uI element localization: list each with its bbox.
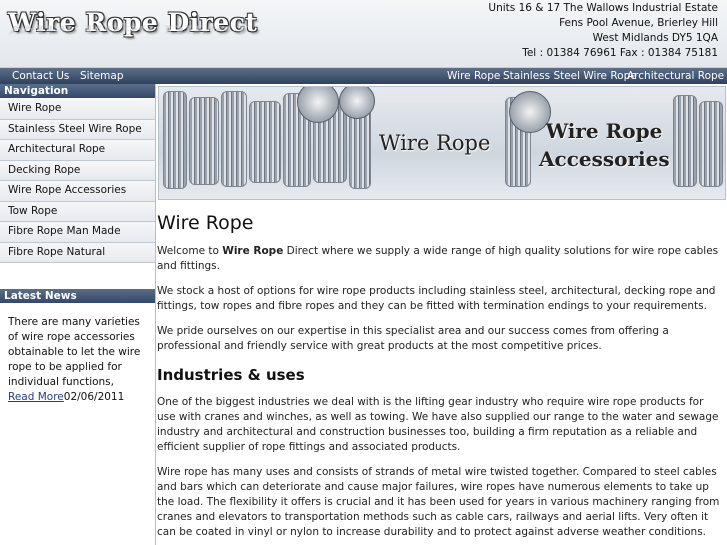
nav-item-stainless-steel-wire-rope[interactable]: Stainless Steel Wire Rope bbox=[0, 119, 155, 140]
phone-fax-line: Tel : 01384 76961 Fax : 01384 75181 bbox=[522, 47, 718, 59]
site-header: Wire Rope Direct Wire Rope Direct Units … bbox=[0, 0, 727, 68]
left-sidebar: Navigation Wire Rope Stainless Steel Wir… bbox=[0, 84, 156, 545]
navigation-heading: Navigation bbox=[0, 84, 155, 98]
latest-news-heading: Latest News bbox=[0, 289, 155, 303]
product-banner: Wire Rope Wire Rope Accessories bbox=[158, 86, 726, 200]
nav-item-tow-rope[interactable]: Tow Rope bbox=[0, 201, 155, 222]
pride-paragraph: We pride ourselves on our expertise in t… bbox=[157, 325, 669, 352]
intro-pre: Welcome to bbox=[157, 245, 223, 257]
intro-paragraph: Welcome to Wire Rope Direct where we sup… bbox=[157, 244, 725, 274]
rope-spool-image bbox=[163, 91, 187, 189]
top-link-wire-rope[interactable]: Wire Rope bbox=[447, 68, 500, 84]
rope-spool-image bbox=[189, 97, 219, 185]
uses-paragraph: Wire rope has many uses and consists of … bbox=[157, 466, 720, 538]
top-navigation-bar: Contact Us Sitemap Wire Rope Stainless S… bbox=[0, 68, 727, 84]
top-link-stainless-steel-wire-rope[interactable]: Stainless Steel Wire Rope bbox=[503, 68, 637, 84]
address-line: Fens Pool Avenue, Brierley Hill bbox=[559, 17, 718, 29]
main-content: Wire Rope Welcome to Wire Rope Direct wh… bbox=[157, 204, 725, 540]
intro-bold: Wire Rope bbox=[222, 245, 284, 257]
nav-item-fibre-rope-natural[interactable]: Fibre Rope Natural bbox=[0, 242, 155, 263]
rope-spool-image bbox=[249, 101, 281, 183]
page-title: Wire Rope bbox=[157, 212, 254, 234]
contact-us-link[interactable]: Contact Us bbox=[12, 68, 69, 84]
top-link-architectural-rope[interactable]: Architectural Rope bbox=[627, 68, 724, 84]
banner-accessories-line-2: Accessories bbox=[539, 147, 670, 171]
rope-spool-image bbox=[673, 95, 697, 187]
banner-accessories-text: Wire Rope Accessories bbox=[539, 117, 670, 173]
read-more-link[interactable]: Read More bbox=[8, 391, 64, 403]
nav-item-architectural-rope[interactable]: Architectural Rope bbox=[0, 140, 155, 161]
address-line: West Midlands DY5 1QA bbox=[592, 32, 718, 44]
industries-paragraph: One of the biggest industries we deal wi… bbox=[157, 396, 719, 453]
nav-item-fibre-rope-man-made[interactable]: Fibre Rope Man Made bbox=[0, 222, 155, 243]
logo-reflection: Wire Rope Direct bbox=[8, 22, 250, 36]
stock-paragraph: We stock a host of options for wire rope… bbox=[157, 285, 716, 312]
rope-spool-image bbox=[221, 91, 247, 187]
industries-heading: Industries & uses bbox=[157, 366, 305, 384]
contact-address: Units 16 & 17 The Wallows Industrial Est… bbox=[488, 1, 718, 61]
banner-accessories-line-1: Wire Rope bbox=[545, 119, 663, 143]
banner-wire-rope-text: Wire Rope bbox=[379, 131, 491, 155]
nav-item-wire-rope[interactable]: Wire Rope bbox=[0, 99, 155, 120]
address-line: Units 16 & 17 The Wallows Industrial Est… bbox=[488, 2, 718, 14]
news-text: There are many varieties of wire rope ac… bbox=[8, 316, 141, 388]
navigation-list: Wire Rope Stainless Steel Wire Rope Arch… bbox=[0, 99, 155, 263]
news-date: 02/06/2011 bbox=[63, 391, 125, 403]
sitemap-link[interactable]: Sitemap bbox=[80, 68, 124, 84]
rope-spool-image bbox=[699, 101, 723, 187]
nav-item-wire-rope-accessories[interactable]: Wire Rope Accessories bbox=[0, 181, 155, 202]
site-logo[interactable]: Wire Rope Direct Wire Rope Direct bbox=[4, 2, 257, 54]
latest-news-body: There are many varieties of wire rope ac… bbox=[0, 303, 155, 405]
nav-item-decking-rope[interactable]: Decking Rope bbox=[0, 160, 155, 181]
